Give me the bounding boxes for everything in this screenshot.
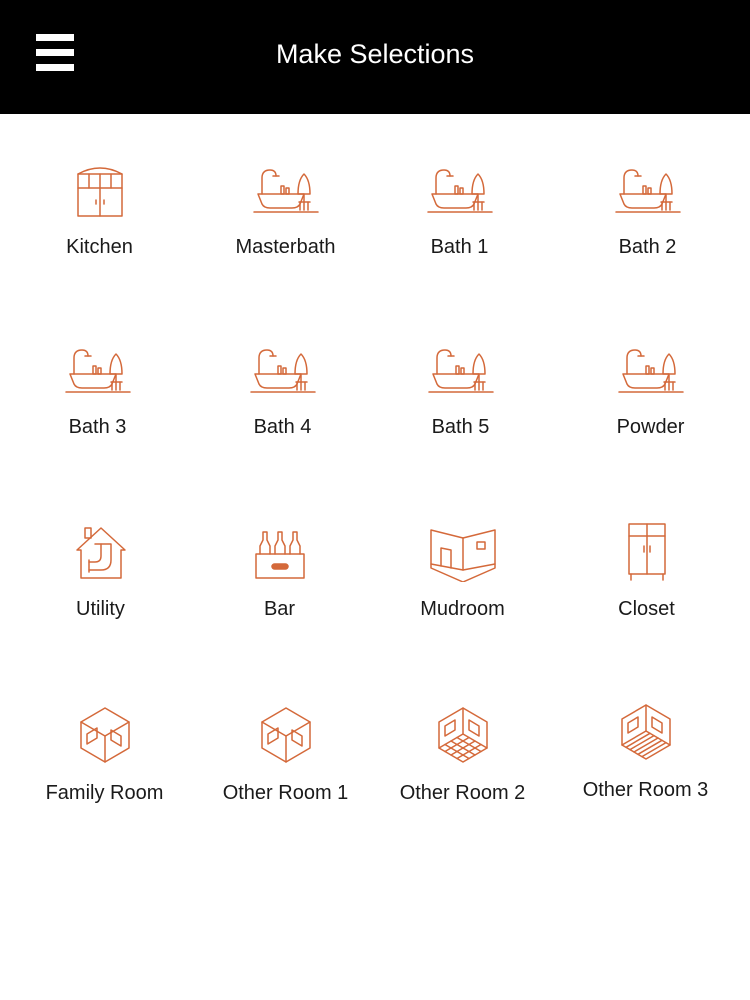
room-tile-kitchen[interactable]: Kitchen xyxy=(6,114,193,264)
room-label: Bath 4 xyxy=(253,416,312,438)
room-label: Bath 1 xyxy=(430,236,489,258)
room-label: Other Room 1 xyxy=(222,782,349,804)
room-label: Other Room 3 xyxy=(582,779,709,801)
page-title: Make Selections xyxy=(275,39,475,69)
room-tile-bath-3[interactable]: Bath 3 xyxy=(4,294,191,444)
room-label: Closet xyxy=(618,598,675,620)
bathtub-icon xyxy=(60,338,136,400)
top-bar: Make Selections xyxy=(0,0,750,114)
isometric-room-icon xyxy=(248,704,324,766)
room-tile-bath-5[interactable]: Bath 5 xyxy=(367,294,554,444)
bathtub-icon xyxy=(248,158,324,220)
room-tile-powder[interactable]: Powder xyxy=(557,294,744,444)
room-label: Other Room 2 xyxy=(399,782,526,804)
room-label: Powder xyxy=(616,416,685,438)
room-label: Bath 3 xyxy=(68,416,127,438)
room-label: Family Room xyxy=(45,782,164,804)
room-label: Kitchen xyxy=(66,236,133,258)
room-tile-closet[interactable]: Closet xyxy=(553,476,740,626)
bathtub-icon xyxy=(245,338,321,400)
bathtub-icon xyxy=(422,158,498,220)
isometric-room-icon xyxy=(67,704,143,766)
room-tile-utility[interactable]: Utility xyxy=(7,476,194,626)
bathtub-icon xyxy=(613,338,689,400)
house-pipe-icon xyxy=(63,520,139,582)
bottles-crate-icon xyxy=(242,520,318,582)
room-label: Masterbath xyxy=(235,236,336,258)
room-tile-masterbath[interactable]: Masterbath xyxy=(192,114,379,264)
room-label: Bath 5 xyxy=(431,416,490,438)
room-label: Bath 2 xyxy=(618,236,677,258)
bathtub-icon xyxy=(423,338,499,400)
room-tile-other-room-2[interactable]: Other Room 2 xyxy=(369,660,556,810)
room-tile-bath-4[interactable]: Bath 4 xyxy=(189,294,376,444)
room-tile-mudroom[interactable]: Mudroom xyxy=(369,476,556,626)
room-tile-other-room-3[interactable]: Other Room 3 xyxy=(552,657,739,807)
room-tile-other-room-1[interactable]: Other Room 1 xyxy=(192,660,379,810)
bathtub-icon xyxy=(610,158,686,220)
room-label: Mudroom xyxy=(420,598,505,620)
room-tile-bath-1[interactable]: Bath 1 xyxy=(366,114,553,264)
room-tile-bar[interactable]: Bar xyxy=(186,476,373,626)
room-corner-icon xyxy=(425,520,501,582)
isometric-room-striped-icon xyxy=(608,701,684,763)
isometric-room-tiled-icon xyxy=(425,704,501,766)
room-label: Utility xyxy=(76,598,125,620)
kitchen-cabinet-icon xyxy=(62,158,138,220)
room-grid: Kitchen Masterbath Bath 1 Bath 2 Bath 3 … xyxy=(0,114,750,1000)
room-tile-family-room[interactable]: Family Room xyxy=(11,660,198,810)
wardrobe-icon xyxy=(609,520,685,582)
room-tile-bath-2[interactable]: Bath 2 xyxy=(554,114,741,264)
room-label: Bar xyxy=(263,598,296,620)
